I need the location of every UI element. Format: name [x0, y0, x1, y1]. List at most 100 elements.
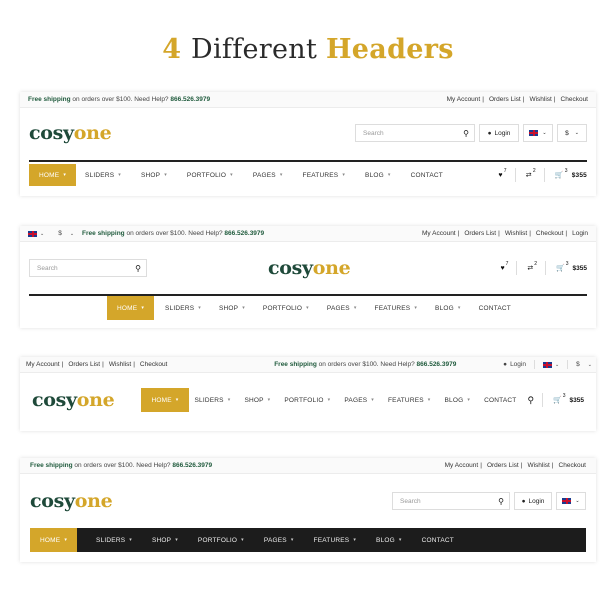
nav-contact[interactable]: CONTACT [479, 296, 511, 320]
nav-portfolio[interactable]: PORTFOLIO ▾ [263, 296, 309, 320]
nav-home[interactable]: HOME ▾ [29, 164, 77, 186]
nav-features[interactable]: FEATURES ▾ [314, 528, 357, 552]
nav-portfolio[interactable]: PORTFOLIO ▾ [284, 388, 330, 412]
search-input[interactable]: Search ⚲ [355, 124, 475, 142]
user-icon: ● [487, 129, 492, 137]
login-link[interactable]: Login [510, 361, 526, 368]
nav-home[interactable]: HOME ▾ [107, 296, 155, 320]
header-variant-4: Free shipping on orders over $100. Need … [20, 458, 596, 562]
wishlist-icon[interactable]: ♥ 7 [498, 168, 506, 179]
orders-list-link[interactable]: Orders List [489, 96, 521, 103]
logo[interactable]: cosyone [30, 490, 113, 512]
nav-pages[interactable]: PAGES ▾ [344, 388, 374, 412]
uk-flag-icon [529, 130, 539, 136]
orders-list-link[interactable]: Orders List [487, 462, 519, 469]
language-select[interactable]: ⌄ [556, 492, 586, 510]
search-icon[interactable]: ⚲ [498, 497, 504, 506]
nav-features[interactable]: FEATURES ▾ [375, 296, 418, 320]
uk-flag-icon[interactable] [28, 230, 37, 237]
heading-gold: Headers [325, 34, 454, 65]
compare-icon[interactable]: ⇄ 2 [527, 261, 537, 272]
nav-sliders[interactable]: SLIDERS ▾ [85, 164, 121, 186]
topbar: Free shipping on orders over $100. Need … [20, 92, 596, 108]
checkout-link[interactable]: Checkout [561, 96, 588, 103]
language-select[interactable]: ⌄ [523, 124, 553, 142]
login-button[interactable]: ● Login [514, 492, 552, 510]
nav-blog[interactable]: BLOG ▾ [365, 164, 391, 186]
nav-contact[interactable]: CONTACT [484, 388, 516, 412]
nav-blog[interactable]: BLOG ▾ [435, 296, 461, 320]
cart-icon[interactable]: 🛒 3 $355 [555, 168, 587, 179]
nav-contact[interactable]: CONTACT [422, 528, 454, 552]
search-icon[interactable]: ⚲ [527, 395, 534, 406]
header-variant-2: ⌄ $ ⌄ Free shipping on orders over $100. … [20, 226, 596, 328]
nav-home[interactable]: HOME ▾ [30, 528, 78, 552]
main-nav: HOME ▾ SLIDERS ▾ SHOP ▾ PORTFOLIO ▾ PAGES ▾ F… [141, 388, 516, 412]
wishlist-link[interactable]: Wishlist [505, 230, 527, 237]
uk-flag-icon[interactable] [542, 361, 552, 368]
compare-icon[interactable]: ⇄ 2 [526, 168, 536, 179]
nav-contact[interactable]: CONTACT [411, 164, 443, 186]
nav-shop[interactable]: SHOP ▾ [141, 164, 167, 186]
user-icon: ● [521, 497, 526, 505]
nav-sliders[interactable]: SLIDERS ▾ [96, 528, 132, 552]
wishlist-link[interactable]: Wishlist [109, 361, 131, 368]
nav-portfolio[interactable]: PORTFOLIO ▾ [198, 528, 244, 552]
main-nav: HOME ▾ SLIDERS ▾ SHOP ▾ PORTFOLIO ▾ PAGES ▾ F… [30, 528, 586, 552]
logo[interactable]: cosyone [268, 257, 351, 279]
currency-select[interactable]: $ [58, 230, 62, 237]
orders-list-link[interactable]: Orders List [464, 230, 496, 237]
nav-blog[interactable]: BLOG ▾ [376, 528, 402, 552]
search-icon[interactable]: ⚲ [135, 264, 141, 273]
uk-flag-icon [562, 498, 572, 504]
nav-sliders[interactable]: SLIDERS ▾ [195, 388, 231, 412]
search-input[interactable]: Search ⚲ [392, 492, 510, 510]
nav-pages[interactable]: PAGES ▾ [327, 296, 357, 320]
account-links: My Account | Orders List | Wishlist | Checkout… [422, 230, 588, 237]
checkout-link[interactable]: Checkout [140, 361, 167, 368]
nav-features[interactable]: FEATURES ▾ [303, 164, 346, 186]
nav-shop[interactable]: SHOP ▾ [219, 296, 245, 320]
shipping-note: Free shipping on orders over $100. Need … [30, 462, 213, 469]
nav-pages[interactable]: PAGES ▾ [264, 528, 294, 552]
nav-portfolio[interactable]: PORTFOLIO ▾ [187, 164, 233, 186]
topbar: ⌄ $ ⌄ Free shipping on orders over $100. … [20, 226, 596, 242]
topbar: My Account | Orders List | Wishlist | Checkout… [20, 357, 596, 373]
divider [29, 160, 587, 162]
my-account-link[interactable]: My Account [26, 361, 60, 368]
wishlist-link[interactable]: Wishlist [529, 96, 551, 103]
search-input[interactable]: Search ⚲ [29, 259, 147, 277]
heading-word: Different [191, 34, 326, 65]
currency-select[interactable]: $ [576, 361, 580, 368]
my-account-link[interactable]: My Account [445, 462, 479, 469]
nav-shop[interactable]: SHOP ▾ [152, 528, 178, 552]
page-heading: 4 Different Headers [0, 34, 616, 65]
login-button[interactable]: ● Login [479, 124, 519, 142]
checkout-link[interactable]: Checkout [536, 230, 563, 237]
logo[interactable]: cosyone [32, 389, 115, 411]
nav-sliders[interactable]: SLIDERS ▾ [165, 296, 201, 320]
header-variant-3: My Account | Orders List | Wishlist | Checkout… [20, 357, 596, 431]
logo[interactable]: cosyone [29, 122, 112, 144]
wishlist-icon[interactable]: ♥ 7 [500, 261, 508, 272]
currency-select[interactable]: $ ⌄ [557, 124, 587, 142]
nav-blog[interactable]: BLOG ▾ [445, 388, 471, 412]
nav-home[interactable]: HOME ▾ [141, 388, 189, 412]
search-icon[interactable]: ⚲ [463, 129, 469, 138]
wishlist-link[interactable]: Wishlist [527, 462, 549, 469]
topbar: Free shipping on orders over $100. Need … [20, 458, 596, 474]
cart-icon[interactable]: 🛒 3 $355 [556, 261, 587, 272]
user-icon: ● [503, 361, 508, 368]
orders-list-link[interactable]: Orders List [68, 361, 100, 368]
login-link[interactable]: Login [572, 230, 588, 237]
nav-shop[interactable]: SHOP ▾ [244, 388, 270, 412]
account-links: My Account | Orders List | Wishlist | Checkout [26, 361, 168, 368]
account-links: My Account | Orders List | Wishlist | Checkout [444, 462, 586, 469]
my-account-link[interactable]: My Account [422, 230, 456, 237]
nav-pages[interactable]: PAGES ▾ [253, 164, 283, 186]
nav-features[interactable]: FEATURES ▾ [388, 388, 431, 412]
header-variant-1: Free shipping on orders over $100. Need … [20, 92, 596, 196]
cart-icon[interactable]: 🛒 3 $355 [553, 393, 584, 404]
my-account-link[interactable]: My Account [447, 96, 481, 103]
checkout-link[interactable]: Checkout [559, 462, 586, 469]
